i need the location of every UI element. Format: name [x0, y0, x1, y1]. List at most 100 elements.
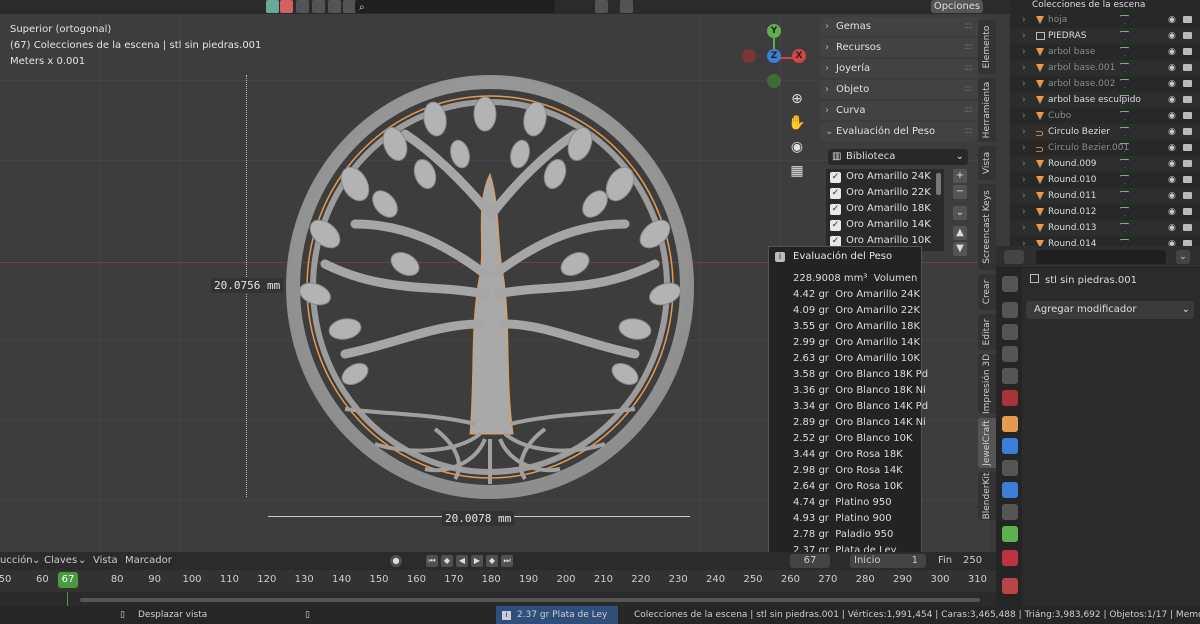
eye-icon[interactable]: ◉: [1168, 108, 1176, 124]
eye-icon[interactable]: ◉: [1168, 44, 1176, 60]
start-frame-field[interactable]: Inicio 1: [850, 554, 926, 568]
library-list[interactable]: ✓ Oro Amarillo 24K ✓ Oro Amarillo 22K ✓ Oro…: [826, 169, 944, 251]
drag-grip-icon[interactable]: ::::: [964, 17, 973, 36]
chevron-right-icon[interactable]: ›: [1022, 108, 1026, 124]
overlay-toggle[interactable]: [328, 0, 341, 13]
eye-icon[interactable]: ◉: [1168, 28, 1176, 44]
list-item[interactable]: ✓ Oro Amarillo 18K: [826, 201, 944, 217]
outliner-item[interactable]: › Round.014 ◉: [1010, 236, 1200, 246]
tool-icon[interactable]: [1002, 276, 1018, 292]
eye-icon[interactable]: ◉: [1168, 220, 1176, 236]
outliner-item[interactable]: › PIEDRAS ◉: [1010, 28, 1200, 44]
drag-grip-icon[interactable]: ::::: [964, 80, 973, 99]
outliner-item[interactable]: › arbol base esculpido ◉: [1010, 92, 1200, 108]
marker-menu[interactable]: Marcador: [125, 552, 172, 570]
outliner-item[interactable]: › hoja ◉: [1010, 12, 1200, 28]
scene-icon[interactable]: [1002, 368, 1018, 384]
pendant-model[interactable]: [285, 74, 695, 500]
section-evaluacion-peso[interactable]: ⌄ Evaluación del Peso::::: [820, 122, 978, 141]
camera-icon[interactable]: [1183, 208, 1192, 215]
section-gemas[interactable]: › Gemas::::: [820, 17, 978, 36]
chevron-right-icon[interactable]: ›: [1022, 28, 1026, 44]
tab-screencast-keys[interactable]: Screencast Keys: [978, 184, 996, 270]
gizmo-neg-x[interactable]: [742, 49, 756, 63]
chevron-right-icon[interactable]: ›: [1022, 12, 1026, 28]
camera-icon[interactable]: [1183, 224, 1192, 231]
texture-icon[interactable]: [1002, 578, 1018, 594]
gizmo-x-axis[interactable]: X: [792, 49, 806, 63]
view-menu[interactable]: Vista: [93, 552, 118, 570]
chevron-right-icon[interactable]: ›: [1022, 76, 1026, 92]
shading-solid[interactable]: [280, 0, 293, 13]
eye-icon[interactable]: ◉: [1168, 124, 1176, 140]
chevron-right-icon[interactable]: ›: [1022, 172, 1026, 188]
outliner-item[interactable]: › arbol base.001 ◉: [1010, 60, 1200, 76]
zoom-icon[interactable]: ⊕: [788, 90, 806, 108]
chevron-right-icon[interactable]: ›: [1022, 156, 1026, 172]
jump-start-button[interactable]: ⏮: [426, 555, 438, 567]
checkbox[interactable]: ✓: [830, 204, 841, 215]
camera-icon[interactable]: [1183, 144, 1192, 151]
outliner-item[interactable]: › Cubo ◉: [1010, 108, 1200, 124]
section-recursos[interactable]: › Recursos::::: [820, 38, 978, 57]
camera-icon[interactable]: [1183, 64, 1192, 71]
outliner-item[interactable]: › Round.010 ◉: [1010, 172, 1200, 188]
camera-icon[interactable]: [1183, 192, 1192, 199]
next-key-button[interactable]: ◆: [486, 555, 498, 567]
chevron-right-icon[interactable]: ›: [1022, 204, 1026, 220]
list-menu-button[interactable]: ⌄: [953, 206, 967, 220]
add-modifier-dropdown[interactable]: Agregar modificador ⌄: [1026, 301, 1194, 319]
search-input[interactable]: [1036, 250, 1166, 264]
camera-icon[interactable]: [1183, 128, 1192, 135]
outliner-item[interactable]: › Round.012 ◉: [1010, 204, 1200, 220]
timeline-tracks[interactable]: [0, 592, 996, 606]
chevron-right-icon[interactable]: ›: [1022, 92, 1026, 108]
camera-view-icon[interactable]: ◉: [788, 138, 806, 156]
drag-grip-icon[interactable]: ::::: [964, 38, 973, 57]
navigation-gizmo[interactable]: X Y Z: [740, 22, 810, 92]
outliner-item[interactable]: › Round.011 ◉: [1010, 188, 1200, 204]
outliner-item[interactable]: › Round.013 ◉: [1010, 220, 1200, 236]
list-item[interactable]: ✓ Oro Amarillo 24K: [826, 169, 944, 185]
eye-icon[interactable]: ◉: [1168, 156, 1176, 172]
chevron-right-icon[interactable]: ›: [1022, 220, 1026, 236]
camera-icon[interactable]: [1183, 48, 1192, 55]
shading-toggle[interactable]: [266, 0, 279, 13]
list-scrollbar[interactable]: [936, 173, 941, 195]
material-icon[interactable]: [1002, 550, 1018, 566]
camera-icon[interactable]: [1183, 80, 1192, 87]
play-reverse-button[interactable]: ◀: [456, 555, 468, 567]
eye-icon[interactable]: ◉: [1168, 60, 1176, 76]
outliner-scene-collection[interactable]: Colecciones de la escena: [1010, 0, 1200, 12]
playback-menu[interactable]: ucción: [0, 552, 33, 570]
gizmo-z-axis[interactable]: Z: [767, 49, 781, 63]
render-icon[interactable]: [1002, 302, 1018, 318]
chevron-right-icon[interactable]: ›: [1022, 44, 1026, 60]
list-item[interactable]: ✓ Oro Amarillo 22K: [826, 185, 944, 201]
particles-icon[interactable]: [1002, 460, 1018, 476]
checkbox[interactable]: ✓: [830, 220, 841, 231]
eye-icon[interactable]: ◉: [1168, 12, 1176, 28]
report-message[interactable]: i 2.37 gr Plata de Ley: [496, 606, 618, 624]
eye-icon[interactable]: ◉: [1168, 92, 1176, 108]
tab-impresion-3d[interactable]: Impresión 3D: [978, 354, 996, 414]
outliner-item[interactable]: › arbol base.002 ◉: [1010, 76, 1200, 92]
current-frame-indicator[interactable]: 67: [58, 572, 78, 588]
drag-grip-icon[interactable]: ::::: [964, 59, 973, 78]
view-layer-icon[interactable]: [1002, 346, 1018, 362]
move-down-button[interactable]: ▼: [953, 242, 967, 256]
shading-rendered[interactable]: [312, 0, 325, 13]
record-button[interactable]: ●: [390, 555, 402, 567]
outliner-item[interactable]: › ⊃ Circulo Bezier ◉: [1010, 124, 1200, 140]
chevron-right-icon[interactable]: ›: [1022, 188, 1026, 204]
remove-item-button[interactable]: −: [953, 185, 967, 199]
drag-grip-icon[interactable]: ::::: [964, 101, 973, 120]
camera-icon[interactable]: [1183, 112, 1192, 119]
tab-crear[interactable]: Crear: [978, 274, 996, 310]
current-frame-field[interactable]: 67: [790, 554, 830, 568]
chevron-right-icon[interactable]: ›: [1022, 140, 1026, 156]
camera-icon[interactable]: [1183, 160, 1192, 167]
modifier-wrench-icon[interactable]: [1002, 438, 1018, 454]
eye-icon[interactable]: ◉: [1168, 140, 1176, 156]
eye-icon[interactable]: ◉: [1168, 188, 1176, 204]
